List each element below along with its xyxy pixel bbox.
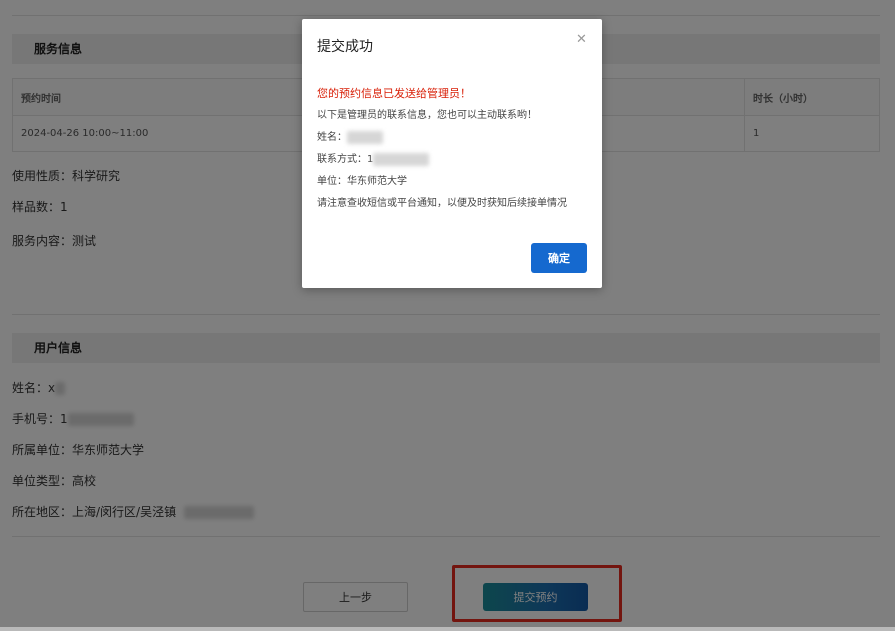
intro-message: 以下是管理员的联系信息，您也可以主动联系哟！ xyxy=(317,110,537,121)
admin-org-row: 单位：华东师范大学 xyxy=(317,171,592,193)
dialog-title: 提交成功 xyxy=(317,39,373,55)
admin-contact-row: 联系方式：1 xyxy=(317,149,592,171)
admin-contact-label: 联系方式：1 xyxy=(317,154,374,165)
confirm-button[interactable]: 确定 xyxy=(531,243,587,273)
redacted-block xyxy=(347,130,383,144)
alert-message: 您的预约信息已发送给管理员！ xyxy=(317,87,471,100)
admin-org-label: 单位： xyxy=(317,176,347,187)
admin-name-row: 姓名： xyxy=(317,127,592,149)
success-dialog: 提交成功 ✕ 您的预约信息已发送给管理员！ 以下是管理员的联系信息，您也可以主动… xyxy=(302,19,602,288)
dialog-body: 您的预约信息已发送给管理员！ 以下是管理员的联系信息，您也可以主动联系哟！ 姓名… xyxy=(317,83,592,215)
close-icon[interactable]: ✕ xyxy=(576,33,587,46)
admin-org-value: 华东师范大学 xyxy=(347,176,407,187)
notice-message: 请注意查收短信或平台通知，以便及时获知后续接单情况 xyxy=(317,198,567,209)
bottom-strip xyxy=(0,627,895,631)
admin-name-label: 姓名： xyxy=(317,132,347,143)
redacted-block xyxy=(373,152,430,166)
